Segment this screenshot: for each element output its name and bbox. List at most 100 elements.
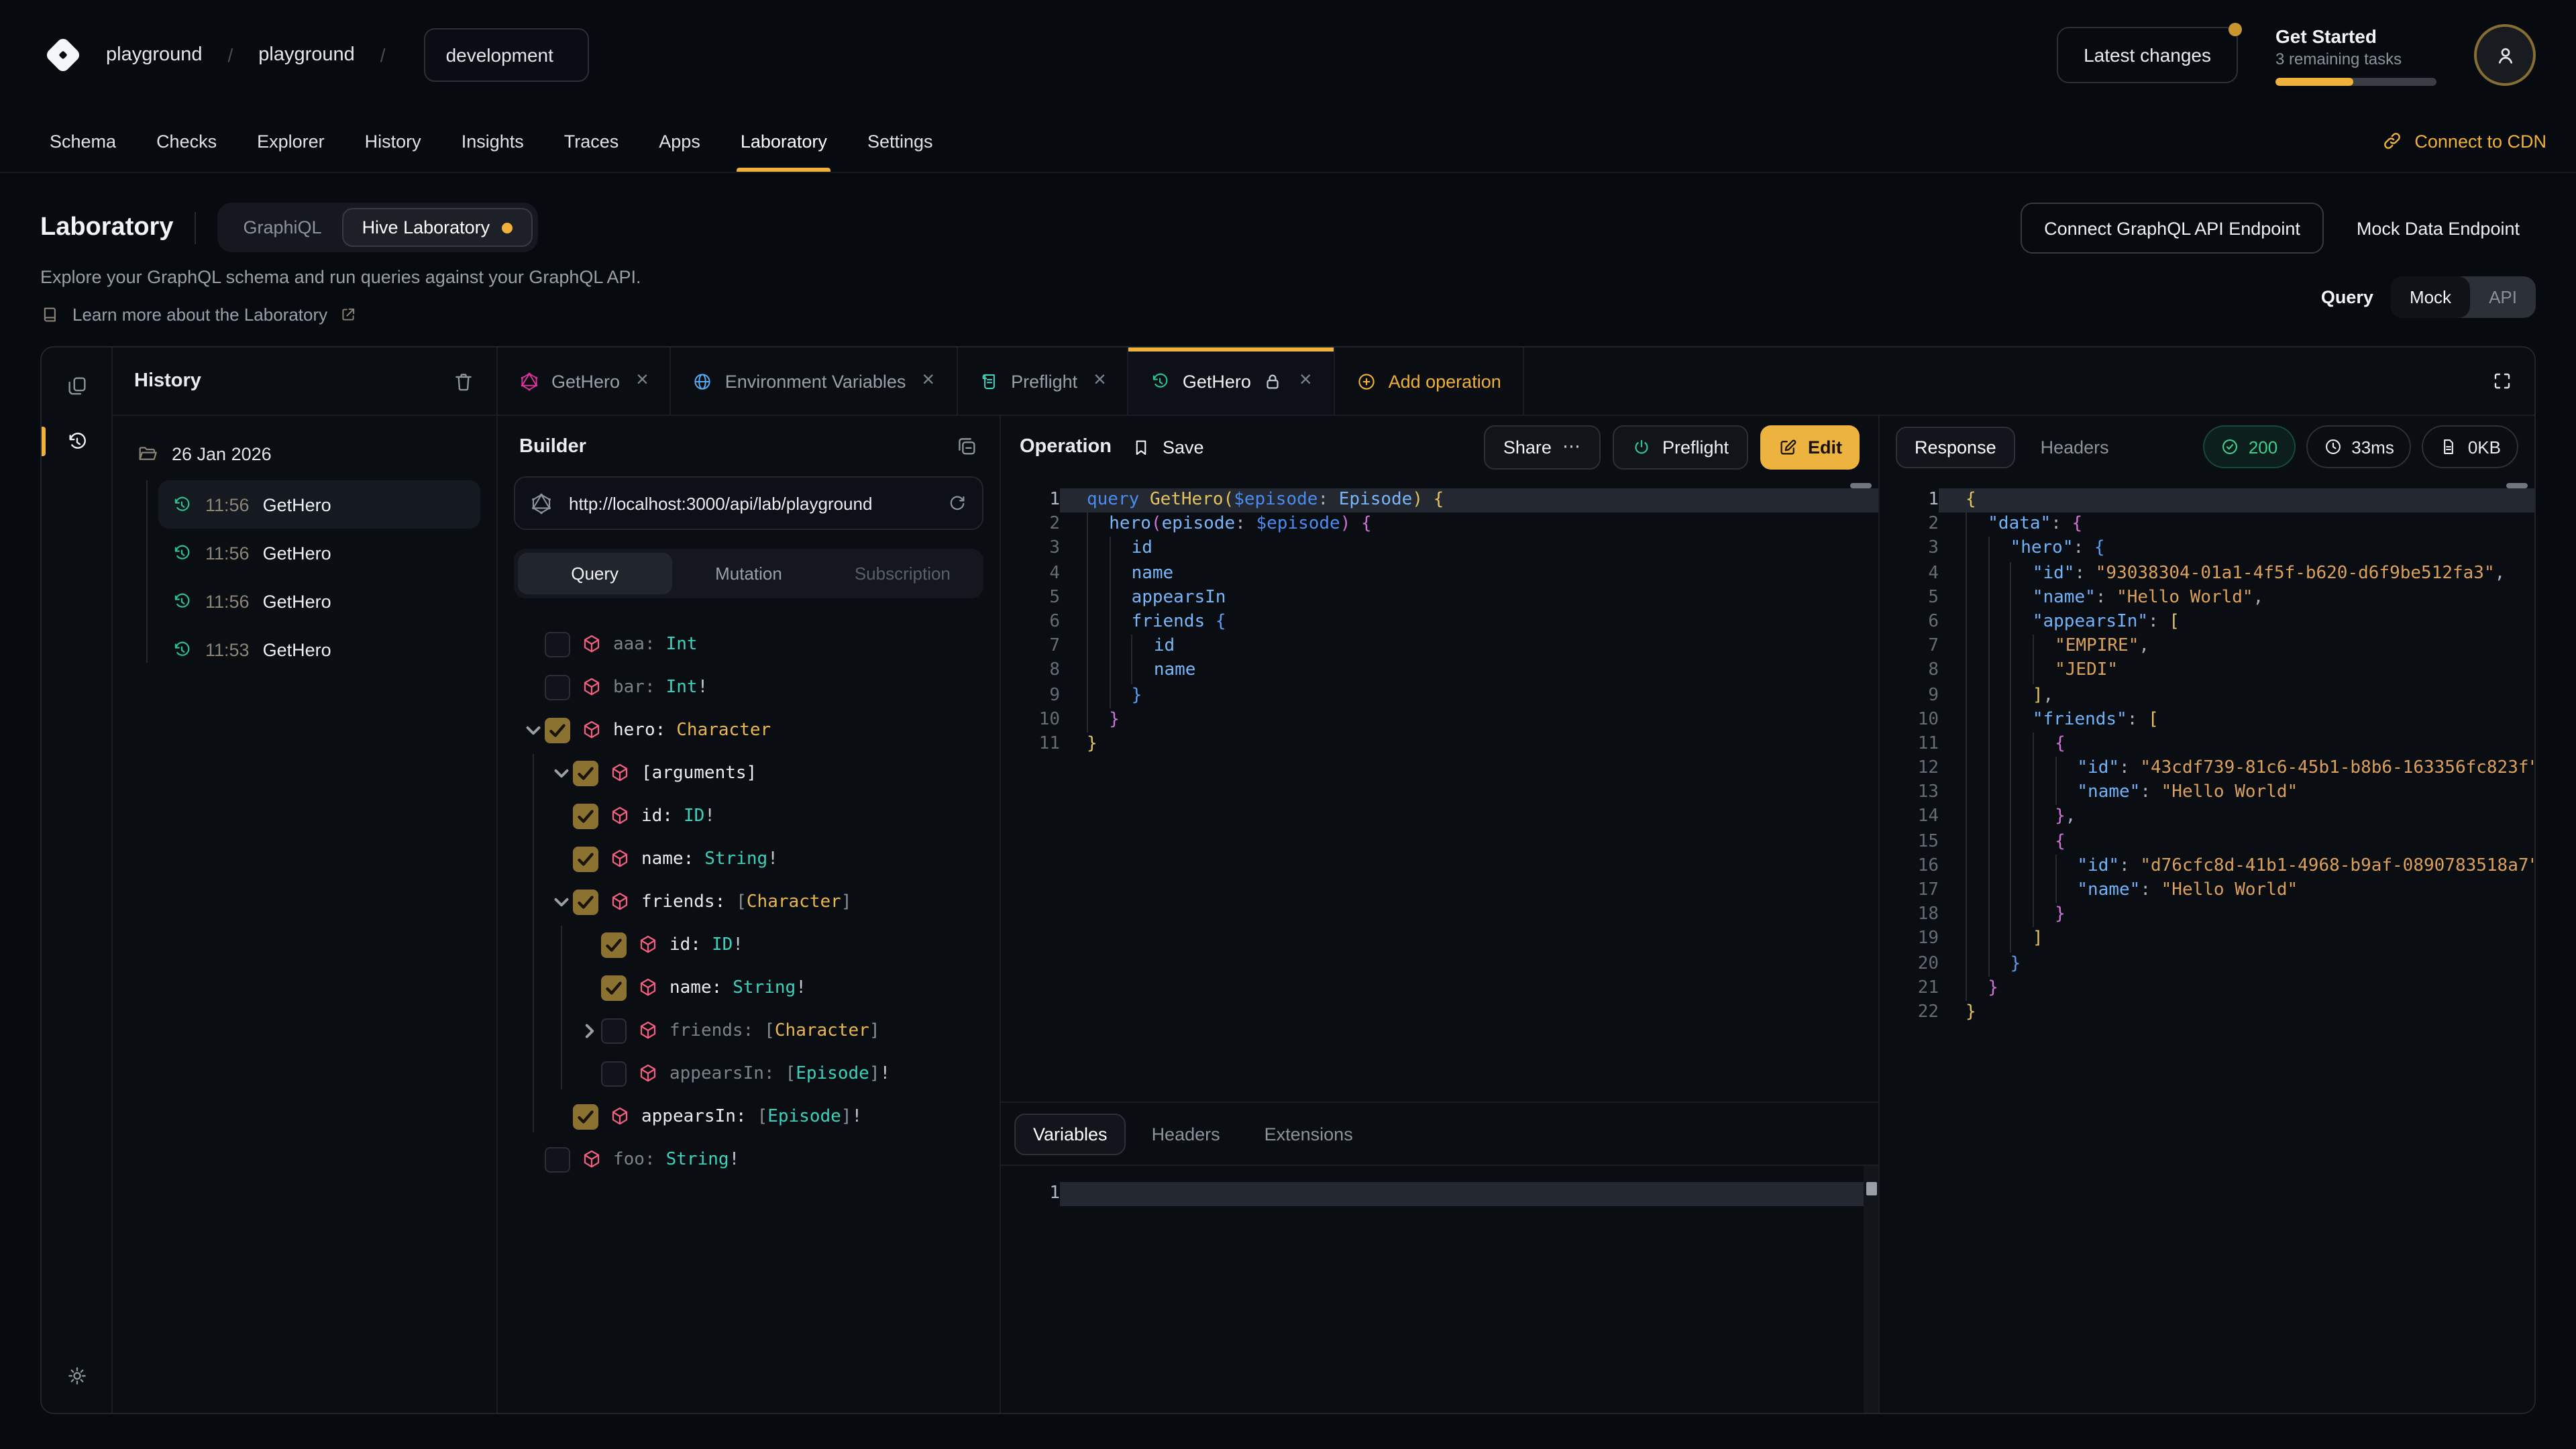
tree-field-bar-[interactable]: bar: Int!: [514, 665, 983, 708]
field-checkbox[interactable]: [573, 889, 598, 914]
scrollbar-thumb[interactable]: [1866, 1182, 1876, 1195]
environment-select[interactable]: development: [425, 28, 590, 82]
variables-editor[interactable]: 1: [1001, 1165, 1878, 1413]
save-button[interactable]: Save: [1132, 437, 1204, 457]
nav-tab-history[interactable]: History: [345, 110, 441, 172]
tree-field-id-[interactable]: id: ID!: [514, 794, 983, 837]
tree-field-hero-[interactable]: hero: Character: [514, 708, 983, 751]
query-target-mock[interactable]: Mock: [2391, 276, 2470, 318]
nav-tab-insights[interactable]: Insights: [441, 110, 544, 172]
history-date-group[interactable]: 26 Jan 2026: [129, 437, 480, 470]
breadcrumb-project[interactable]: playground: [258, 44, 355, 66]
tree-field-name-[interactable]: name: String!: [514, 966, 983, 1009]
tree-field-id-[interactable]: id: ID!: [514, 923, 983, 966]
tree-field-friends-[interactable]: friends: [Character]: [514, 1009, 983, 1052]
field-checkbox[interactable]: [573, 846, 598, 871]
nav-tab-apps[interactable]: Apps: [639, 110, 720, 172]
nav-tab-schema[interactable]: Schema: [30, 110, 136, 172]
field-checkbox[interactable]: [545, 717, 570, 743]
tree-field-appearsin-[interactable]: appearsIn: [Episode]!: [514, 1052, 983, 1095]
user-avatar[interactable]: [2474, 24, 2536, 86]
history-item-name: GetHero: [263, 494, 331, 515]
tab-variables[interactable]: Variables: [1014, 1113, 1126, 1155]
tree-field-name-[interactable]: name: String!: [514, 837, 983, 880]
line-number: 2: [1880, 513, 1939, 537]
code-line: 7 id: [1001, 635, 1878, 659]
clear-history-button[interactable]: [452, 370, 475, 392]
refresh-icon[interactable]: [947, 493, 967, 513]
operation-tab-gethero[interactable]: GetHero ×: [1129, 347, 1335, 415]
connect-to-cdn-link[interactable]: Connect to CDN: [2381, 110, 2546, 172]
operation-tab-gethero[interactable]: GetHero ×: [498, 347, 672, 415]
hive-logo-icon[interactable]: [40, 32, 86, 78]
rail-history-button[interactable]: [42, 420, 111, 463]
chevron-down-icon[interactable]: [550, 890, 573, 913]
nav-tab-explorer[interactable]: Explorer: [237, 110, 345, 172]
operation-tab-preflight[interactable]: Preflight ×: [957, 347, 1129, 415]
history-item[interactable]: 11:53 GetHero: [158, 625, 480, 674]
rail-collections-button[interactable]: [42, 364, 111, 407]
mock-endpoint-button[interactable]: Mock Data Endpoint: [2341, 203, 2536, 254]
chevron-right-icon[interactable]: [578, 1019, 601, 1042]
mode-option-graphiql[interactable]: GraphiQL: [223, 208, 342, 247]
endpoint-url-input[interactable]: [566, 492, 934, 515]
history-item[interactable]: 11:56 GetHero: [158, 577, 480, 625]
edit-button[interactable]: Edit: [1760, 425, 1860, 469]
query-target-api[interactable]: API: [2470, 276, 2536, 318]
tab-extensions[interactable]: Extensions: [1246, 1113, 1372, 1155]
tab-response-response[interactable]: Response: [1896, 426, 2015, 468]
close-icon[interactable]: ×: [922, 370, 934, 392]
add-operation-tab[interactable]: Add operation: [1335, 347, 1524, 415]
tree-field--arguments-[interactable]: [arguments]: [514, 751, 983, 794]
preflight-button[interactable]: Preflight: [1613, 425, 1748, 469]
field-checkbox[interactable]: [601, 1061, 627, 1086]
history-item[interactable]: 11:56 GetHero: [158, 529, 480, 577]
operation-tab-environment-variables[interactable]: Environment Variables ×: [672, 347, 957, 415]
nav-tab-checks[interactable]: Checks: [136, 110, 237, 172]
mode-option-hive-laboratory[interactable]: Hive Laboratory: [342, 208, 533, 247]
op-type-subscription[interactable]: Subscription: [826, 553, 979, 594]
field-checkbox[interactable]: [573, 1104, 598, 1129]
tab-response-headers[interactable]: Headers: [2022, 426, 2128, 468]
fullscreen-icon[interactable]: [2491, 370, 2513, 392]
get-started-widget[interactable]: Get Started 3 remaining tasks: [2275, 25, 2436, 85]
connect-endpoint-button[interactable]: Connect GraphQL API Endpoint: [2020, 203, 2324, 254]
scrollbar-thumb[interactable]: [1850, 483, 1872, 488]
chevron-down-icon[interactable]: [550, 761, 573, 784]
nav-tab-traces[interactable]: Traces: [544, 110, 639, 172]
tree-field-appearsin-[interactable]: appearsIn: [Episode]!: [514, 1095, 983, 1138]
field-checkbox[interactable]: [601, 975, 627, 1000]
learn-more-link[interactable]: Learn more about the Laboratory: [40, 305, 641, 325]
chevron-down-icon[interactable]: [522, 718, 545, 741]
nav-tab-settings[interactable]: Settings: [847, 110, 953, 172]
collapse-builder-button[interactable]: [955, 435, 978, 458]
response-viewer[interactable]: 1 { 2 "data": { 3 "hero": { 4 "id": "930…: [1880, 478, 2534, 1413]
field-checkbox[interactable]: [545, 1146, 570, 1172]
share-label: Share: [1503, 437, 1552, 457]
latest-changes-button[interactable]: Latest changes: [2057, 27, 2238, 83]
field-checkbox[interactable]: [573, 760, 598, 786]
nav-tab-laboratory[interactable]: Laboratory: [720, 110, 847, 172]
query-editor[interactable]: 1 query GetHero($episode: Episode) { 2 h…: [1001, 478, 1878, 1102]
lock-icon: [1263, 371, 1283, 391]
field-checkbox[interactable]: [545, 674, 570, 700]
tree-field-foo-[interactable]: foo: String!: [514, 1138, 983, 1181]
scrollbar-track[interactable]: [1864, 1166, 1878, 1413]
tab-headers[interactable]: Headers: [1133, 1113, 1239, 1155]
field-checkbox[interactable]: [601, 932, 627, 957]
tree-field-friends-[interactable]: friends: [Character]: [514, 880, 983, 923]
breadcrumb-org[interactable]: playground: [106, 44, 203, 66]
close-icon[interactable]: ×: [636, 370, 649, 392]
share-button[interactable]: Share ⋯: [1485, 425, 1601, 469]
op-type-query[interactable]: Query: [518, 553, 672, 594]
op-type-mutation[interactable]: Mutation: [672, 553, 825, 594]
close-icon[interactable]: ×: [1093, 370, 1106, 392]
history-item[interactable]: 11:56 GetHero: [158, 480, 480, 529]
tree-field-aaa-[interactable]: aaa: Int: [514, 623, 983, 665]
close-icon[interactable]: ×: [1299, 370, 1312, 392]
scrollbar-thumb[interactable]: [2506, 483, 2528, 488]
rail-settings-button[interactable]: [42, 1354, 111, 1397]
field-checkbox[interactable]: [573, 803, 598, 828]
field-checkbox[interactable]: [545, 631, 570, 657]
field-checkbox[interactable]: [601, 1018, 627, 1043]
